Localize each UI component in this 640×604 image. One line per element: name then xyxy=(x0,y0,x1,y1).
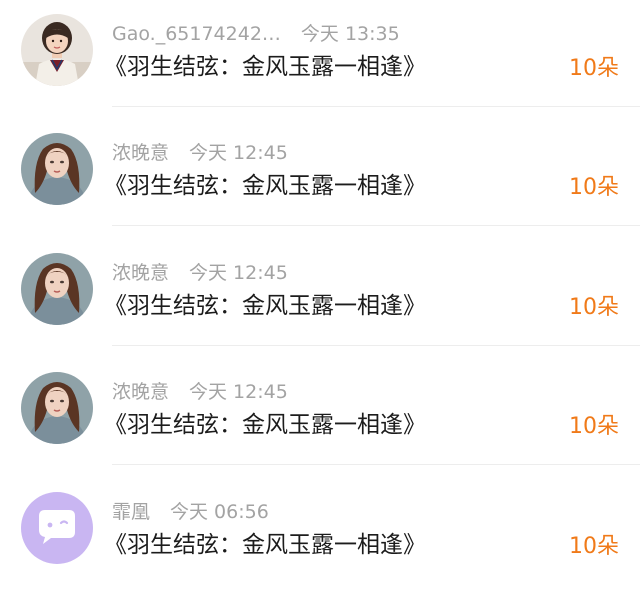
sender-meta: Gao._65174242… 今天 13:35 xyxy=(112,21,400,47)
sender-meta: 浓晚意 今天 12:45 xyxy=(112,260,288,286)
gift-count: 10朵 xyxy=(569,56,619,81)
sender-name[interactable]: 霏凰 xyxy=(112,499,150,525)
sender-name[interactable]: 浓晚意 xyxy=(112,379,169,405)
gift-name: 《羽生结弦：金风玉露一相逢》 xyxy=(104,173,426,199)
send-time: 今天 13:35 xyxy=(300,23,400,45)
gift-name: 《羽生结弦：金风玉露一相逢》 xyxy=(104,532,426,558)
gift-count: 10朵 xyxy=(569,414,619,439)
gift-row[interactable]: 霏凰 今天 06:56 《羽生结弦：金风玉露一相逢》 10朵 xyxy=(0,466,640,585)
avatar[interactable] xyxy=(21,133,93,205)
woman-photo-avatar-image xyxy=(21,372,93,444)
gift-count: 10朵 xyxy=(569,175,619,200)
sender-meta: 浓晚意 今天 12:45 xyxy=(112,379,288,405)
woman-photo-avatar-image xyxy=(21,253,93,325)
avatar[interactable] xyxy=(21,492,93,564)
avatar[interactable] xyxy=(21,372,93,444)
gift-count: 10朵 xyxy=(569,295,619,320)
gift-row[interactable]: 浓晚意 今天 12:45 《羽生结弦：金风玉露一相逢》 10朵 xyxy=(0,107,640,226)
sender-name[interactable]: Gao._65174242… xyxy=(112,21,281,47)
send-time: 今天 06:56 xyxy=(170,501,269,523)
sender-name[interactable]: 浓晚意 xyxy=(112,140,169,166)
girl-photo-avatar-image xyxy=(21,14,93,86)
avatar[interactable] xyxy=(21,14,93,86)
avatar[interactable] xyxy=(21,253,93,325)
gift-row[interactable]: 浓晚意 今天 12:45 《羽生结弦：金风玉露一相逢》 10朵 xyxy=(0,227,640,346)
gift-name: 《羽生结弦：金风玉露一相逢》 xyxy=(104,412,426,438)
gift-record-list: Gao._65174242… 今天 13:35 《羽生结弦：金风玉露一相逢》 10… xyxy=(0,0,640,604)
woman-photo-avatar-image xyxy=(21,133,93,205)
gift-name: 《羽生结弦：金风玉露一相逢》 xyxy=(104,293,426,319)
gift-row[interactable]: Gao._65174242… 今天 13:35 《羽生结弦：金风玉露一相逢》 10… xyxy=(0,0,640,107)
gift-row[interactable]: 浓晚意 今天 12:45 《羽生结弦：金风玉露一相逢》 10朵 xyxy=(0,346,640,465)
sender-meta: 霏凰 今天 06:56 xyxy=(112,499,269,525)
sender-name[interactable]: 浓晚意 xyxy=(112,260,169,286)
send-time: 今天 12:45 xyxy=(189,381,288,403)
sender-meta: 浓晚意 今天 12:45 xyxy=(112,140,288,166)
gift-name: 《羽生结弦：金风玉露一相逢》 xyxy=(104,54,426,80)
default-chat-avatar-image xyxy=(21,492,93,564)
send-time: 今天 12:45 xyxy=(189,142,288,164)
send-time: 今天 12:45 xyxy=(189,262,288,284)
gift-count: 10朵 xyxy=(569,534,619,559)
